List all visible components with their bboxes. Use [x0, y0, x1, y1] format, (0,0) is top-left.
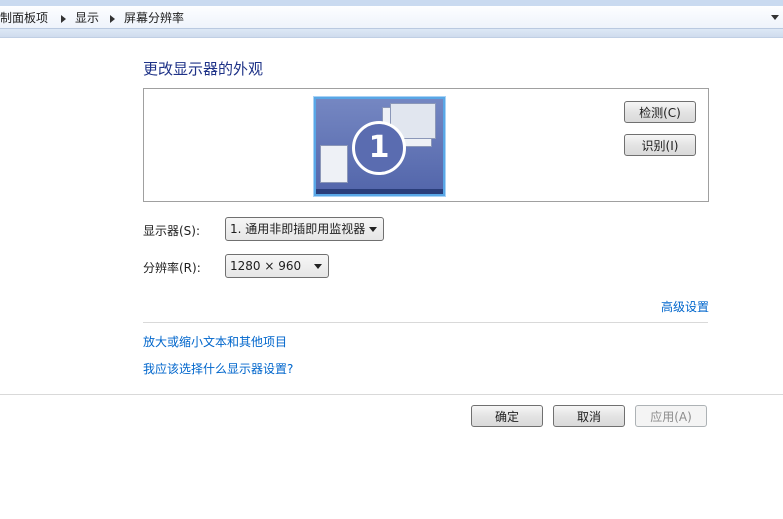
display-preview-panel: 1 检测(C) 识别(I)	[143, 88, 709, 202]
chevron-down-icon	[369, 227, 377, 232]
cancel-button[interactable]: 取消	[553, 405, 625, 427]
ok-button[interactable]: 确定	[471, 405, 543, 427]
resolution-select[interactable]: 1280 × 960	[225, 254, 329, 278]
section-divider	[143, 322, 708, 323]
display-settings-help-link[interactable]: 我应该选择什么显示器设置?	[143, 360, 293, 377]
monitor-preview-icon[interactable]: 1	[314, 97, 445, 196]
page-title: 更改显示器的外观	[143, 60, 264, 78]
breadcrumb-arrow-icon[interactable]	[61, 15, 66, 23]
chevron-down-icon	[314, 264, 322, 269]
display-select[interactable]: 1. 通用非即插即用监视器	[225, 217, 384, 241]
toolbar-strip	[0, 29, 783, 38]
text-size-link[interactable]: 放大或缩小文本和其他项目	[143, 333, 287, 350]
apply-button[interactable]: 应用(A)	[635, 405, 707, 427]
resolution-select-value: 1280 × 960	[230, 259, 302, 273]
footer-divider	[0, 394, 783, 395]
resolution-label: 分辨率(R):	[143, 261, 201, 275]
breadcrumb-arrow-icon[interactable]	[110, 15, 115, 23]
breadcrumb-display[interactable]: 显示	[75, 9, 99, 26]
address-history-dropdown-icon[interactable]	[771, 15, 779, 20]
taskbar-thumbnail	[316, 189, 443, 194]
display-label: 显示器(S):	[143, 224, 201, 238]
breadcrumb-control-panel-items[interactable]: 控制面板项	[0, 9, 48, 26]
monitor-number-badge: 1	[352, 121, 406, 175]
identify-button[interactable]: 识别(I)	[624, 134, 696, 156]
address-bar[interactable]: 控制面板项 显示 屏幕分辨率	[0, 6, 783, 29]
detect-button[interactable]: 检测(C)	[624, 101, 696, 123]
advanced-settings-link[interactable]: 高级设置	[661, 298, 709, 315]
breadcrumb-screen-resolution[interactable]: 屏幕分辨率	[124, 9, 184, 26]
window-thumbnail-icon	[320, 145, 348, 183]
display-select-value: 1. 通用非即插即用监视器	[230, 222, 366, 236]
